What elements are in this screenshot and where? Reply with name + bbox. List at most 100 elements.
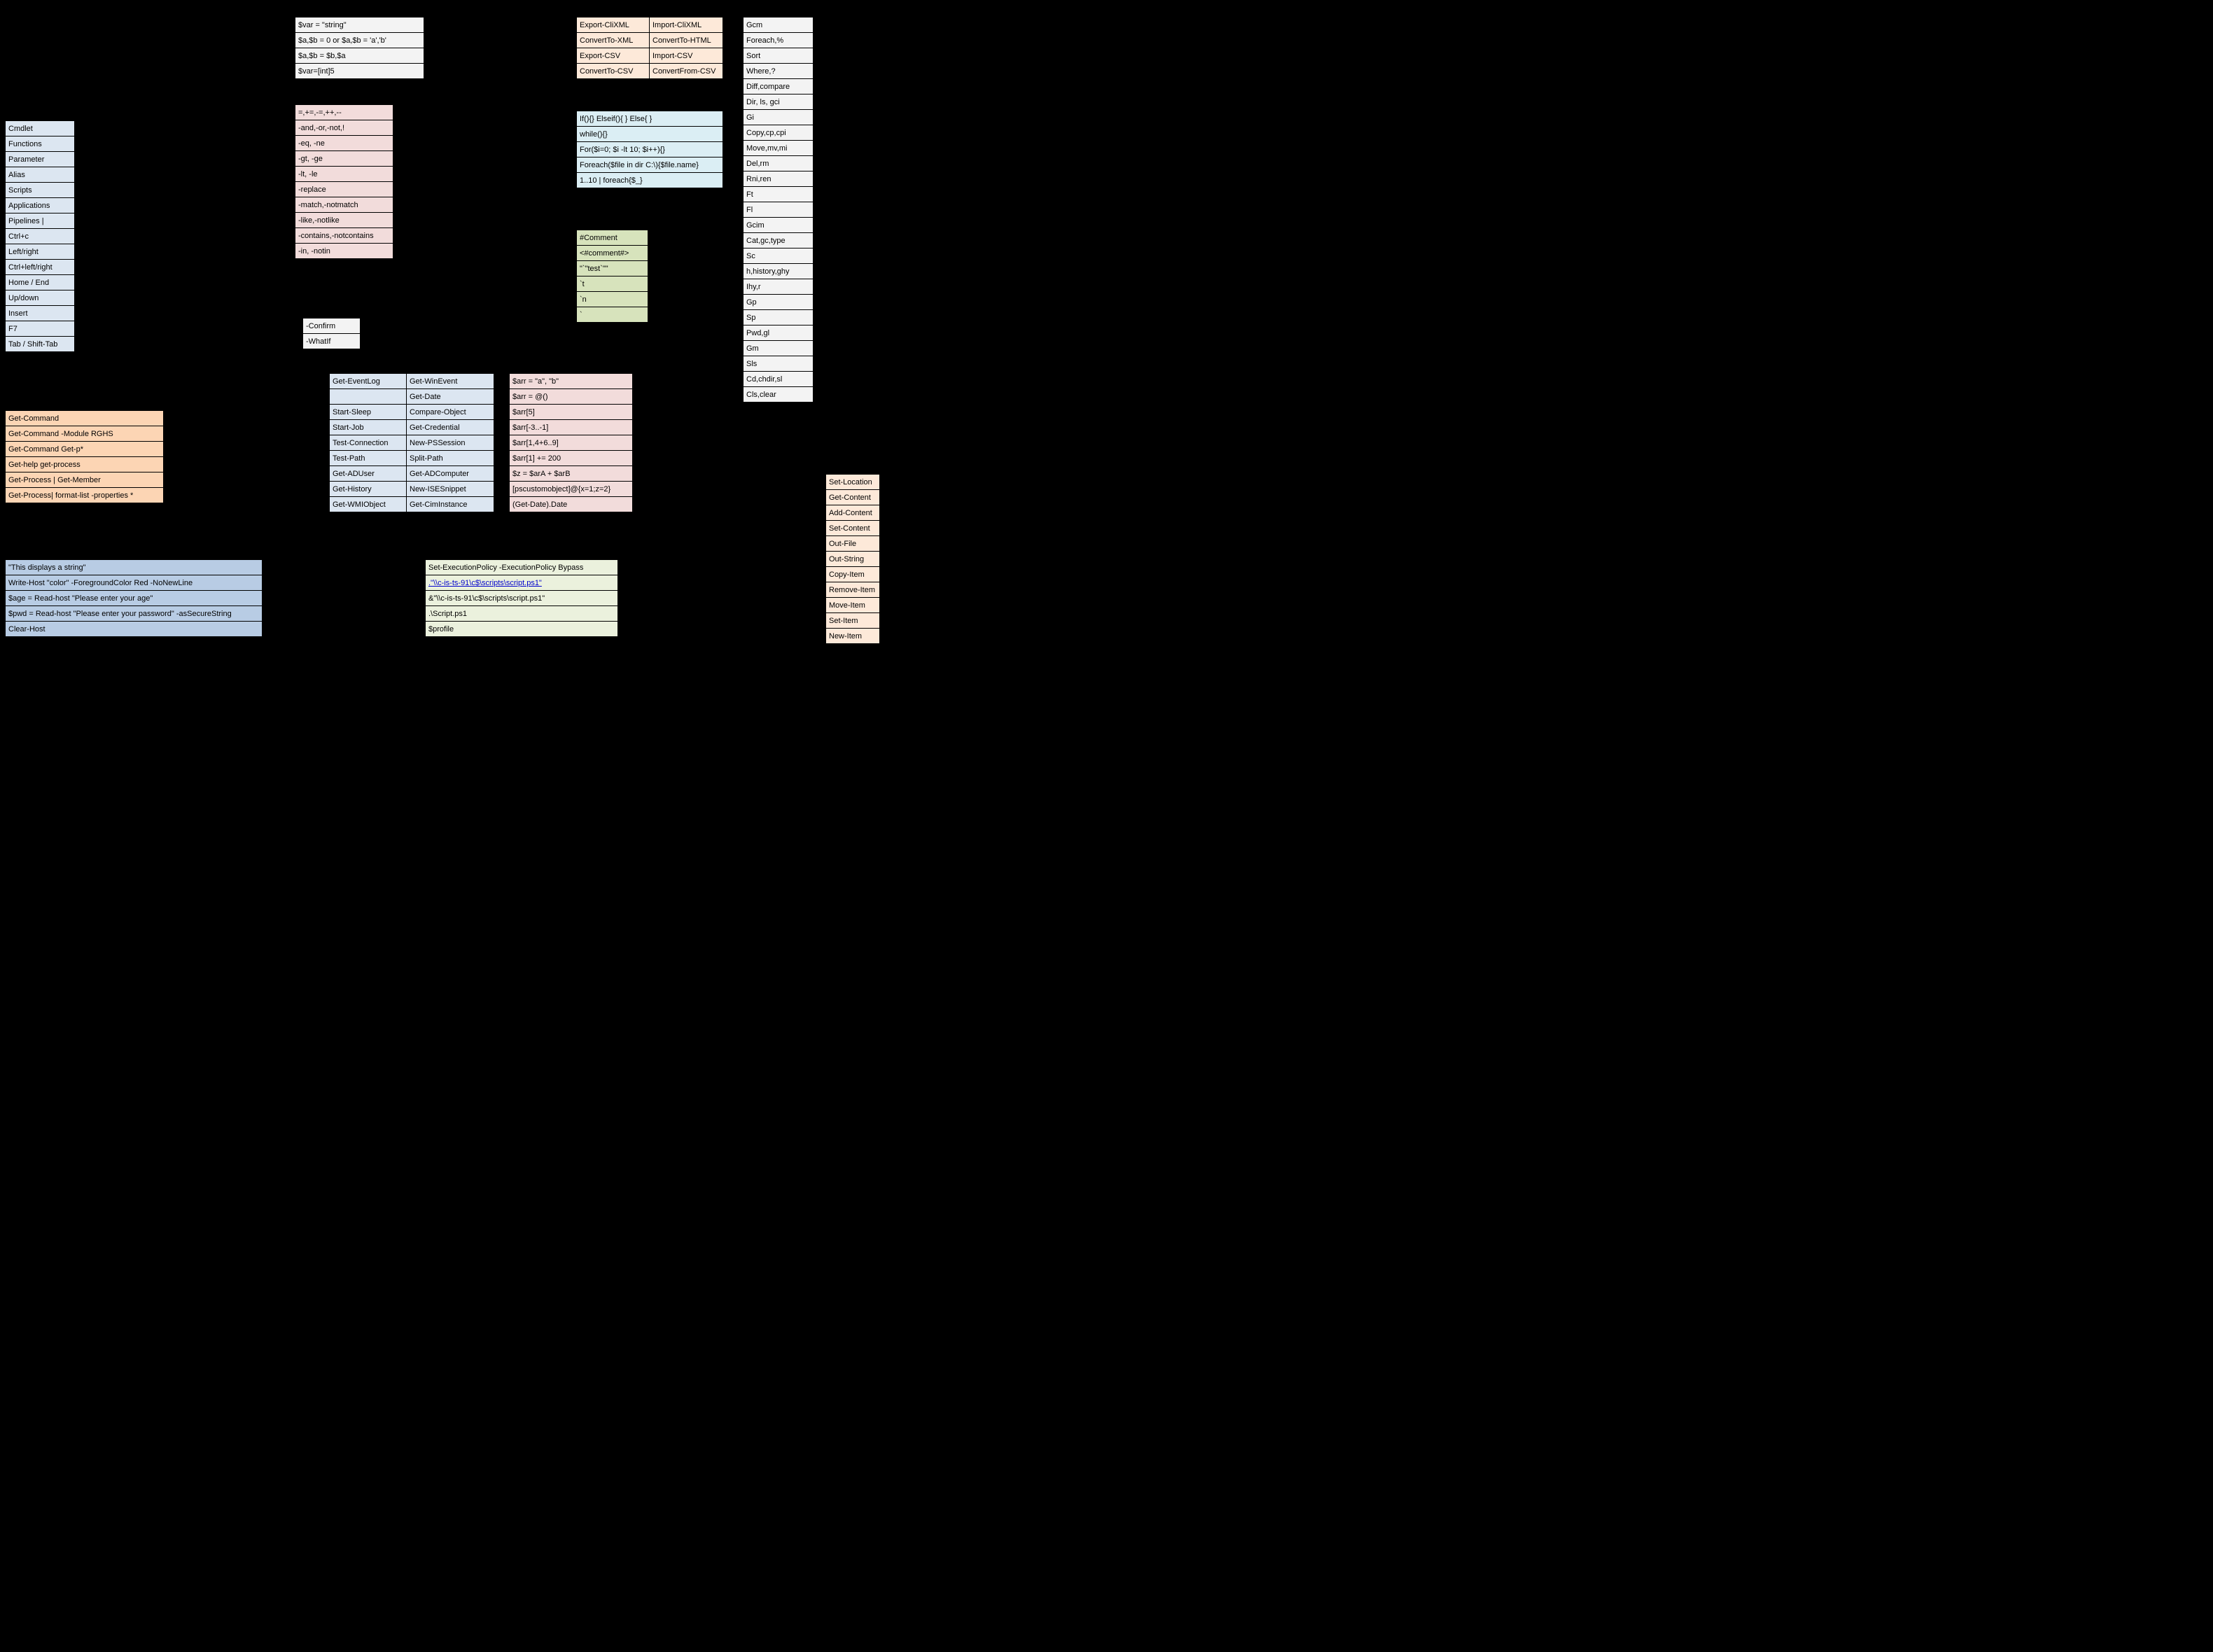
scripts-table: Set-ExecutionPolicy -ExecutionPolicy Byp…	[424, 559, 788, 638]
cell-value: Tab	[648, 276, 723, 292]
cell-key: Diff,compare	[744, 79, 814, 94]
cell-key: $a,$b = 0 or $a,$b = 'a','b'	[295, 33, 424, 48]
cell: If(){} Elseif(){ } Else{ }	[577, 111, 723, 127]
cell-key: -and,-or,-not,!	[295, 120, 393, 136]
cell-value: Navigate editing cursor	[75, 244, 272, 260]
cell-value: Sort-Object	[814, 48, 902, 64]
cell-value: Format-Table	[814, 187, 902, 202]
cell-value: Your personal profile that runs at launc…	[618, 622, 788, 637]
cell-key: -contains,-notcontains	[295, 228, 393, 244]
cell: ConvertTo-XML	[577, 33, 650, 48]
cell-key: Scripts	[6, 183, 75, 198]
cell-key: Get-Process| format-list -properties *	[6, 488, 164, 503]
cell-key: Dir, ls, gci	[744, 94, 814, 110]
cell-value: Equal, not equal	[393, 136, 543, 151]
cell-value: Get-Member	[814, 341, 902, 356]
cell: ConvertFrom-CSV	[650, 64, 723, 79]
cell-value: Set $age variable to input from user	[263, 591, 417, 606]
cell-key: .\Script.ps1	[426, 606, 618, 622]
cell-value: Commands built into shell written in .NE…	[75, 121, 272, 136]
cell-value: Move to start / end of line	[75, 275, 272, 290]
cell-value: Get all commands	[164, 411, 337, 426]
cell: Get-ADComputer	[407, 466, 494, 482]
cell-value: Get all commands in RGHS module	[164, 426, 337, 442]
cell: Get-History	[330, 482, 407, 497]
basics-rows: CmdletCommands built into shell written …	[5, 120, 272, 352]
cell-key: Functions	[6, 136, 75, 152]
cell: Set-Item	[826, 613, 880, 629]
aliases-rows: GcmGet-CommandForeach,%Foreach-ObjectSor…	[743, 17, 902, 402]
cell-key: =,+=,-=,++,--	[295, 105, 393, 120]
params-rows: -ConfirmPrompt whether to take action-Wh…	[302, 318, 543, 349]
cell-value: Date property of object	[633, 497, 725, 512]
cell-key: $age = Read-host "Please enter your age"	[6, 591, 263, 606]
cell-key: -WhatIf	[303, 334, 361, 349]
cell-value: Regular expression match	[393, 197, 543, 213]
cell: Get-Content	[826, 490, 880, 505]
cell-value: Assign variable	[424, 18, 543, 33]
aliases-table: GcmGet-CommandForeach,%Foreach-ObjectSor…	[742, 16, 903, 403]
cell: Export-CSV	[577, 48, 650, 64]
vars-table: $var = "string"Assign variable$a,$b = 0 …	[294, 16, 543, 80]
arrays-rows: $arr = "a", "b"Array of strings$arr = @(…	[509, 373, 725, 512]
cell-value: Where-Object	[814, 64, 902, 79]
commands-table: Set-LocationGet-ContentAdd-ContentSet-Co…	[825, 473, 881, 645]
comments-rows: #CommentComment<#comment#>Multiline Comm…	[576, 230, 723, 323]
cell-value: Wildcard matching	[393, 213, 543, 228]
cell-key: (Get-Date).Date	[510, 497, 633, 512]
cell: Move-Item	[826, 598, 880, 613]
cell-key: -replace	[295, 182, 393, 197]
cell-value: Get-Command	[814, 18, 902, 33]
cell-value: Empty array	[633, 389, 725, 405]
cell-key: Ft	[744, 187, 814, 202]
cell: Get-EventLog	[330, 374, 407, 389]
cmdlets-table: Get-EventLogGet-WinEventGet-DateStart-Sl…	[328, 372, 495, 513]
ops-rows: =,+=,-=,++,--Assign values to variable-a…	[295, 104, 543, 259]
import-table: Export-CliXMLImport-CliXMLConvertTo-XMLC…	[575, 16, 724, 80]
cell-key: #Comment	[577, 230, 648, 246]
cell-value: Interrupt current command	[75, 229, 272, 244]
cell-value: Argument to a Cmdlet/Function/Script	[75, 152, 272, 167]
params-table: -ConfirmPrompt whether to take action-Wh…	[302, 317, 543, 350]
cell-key: Cd,chdir,sl	[744, 372, 814, 387]
cell-key: Alias	[6, 167, 75, 183]
cell-key: Parameter	[6, 152, 75, 167]
cell-key: Gi	[744, 110, 814, 125]
cell-key: Move,mv,mi	[744, 141, 814, 156]
cell-value: Navigate a word at a time	[75, 260, 272, 275]
cell-value: Get members of the object	[164, 472, 337, 488]
cell-key: Gm	[744, 341, 814, 356]
cell-value: Run Script.ps1 script in script scope	[618, 606, 788, 622]
cell-value: Copy-Item	[814, 125, 902, 141]
cell-key: Left/right	[6, 244, 75, 260]
cell-value: Compare-Object	[814, 79, 902, 94]
cell: Test-Connection	[330, 435, 407, 451]
cell-value: Move up and down through history	[75, 290, 272, 306]
cell-value: Check if value in array	[393, 228, 543, 244]
cell-value: Commands written in PowerShell language	[75, 136, 272, 152]
cell-value: Remove-Item	[814, 156, 902, 172]
cell-key: $arr[1,4+6..9]	[510, 435, 633, 451]
cell-key: $arr = @()	[510, 389, 633, 405]
cell-value: Greater than, greater than or equal	[393, 151, 543, 167]
cell-value: Toggles between insert/overwrite mode	[75, 306, 272, 321]
cell: Set-Content	[826, 521, 880, 536]
cell-key: $z = $arA + $arB	[510, 466, 633, 482]
cell: Import-CSV	[650, 48, 723, 64]
cell-value: Prompt whether to take action	[361, 318, 543, 334]
cell-key: "This displays a string"	[6, 560, 263, 575]
scripts-rows: Set-ExecutionPolicy -ExecutionPolicy Byp…	[425, 559, 788, 637]
cell: Get-ADUser	[330, 466, 407, 482]
cell: Get-Credential	[407, 420, 494, 435]
cell-value: Last three array elements	[633, 420, 725, 435]
cell-value: String with colors, no new line at end	[263, 575, 417, 591]
cell-value: Two arrays into single array	[633, 466, 725, 482]
ops-table: =,+=,-=,++,--Assign values to variable-a…	[294, 104, 543, 260]
cell-value: Line continue	[648, 307, 723, 323]
cell: 1..10 | foreach{$_}	[577, 173, 723, 188]
cell-value: Get-ChildItem	[814, 94, 902, 110]
cell-value: Add to array item value	[633, 451, 725, 466]
cell: Split-Path	[407, 451, 494, 466]
cell-key: Sort	[744, 48, 814, 64]
cell-key: Tab / Shift-Tab	[6, 337, 75, 352]
